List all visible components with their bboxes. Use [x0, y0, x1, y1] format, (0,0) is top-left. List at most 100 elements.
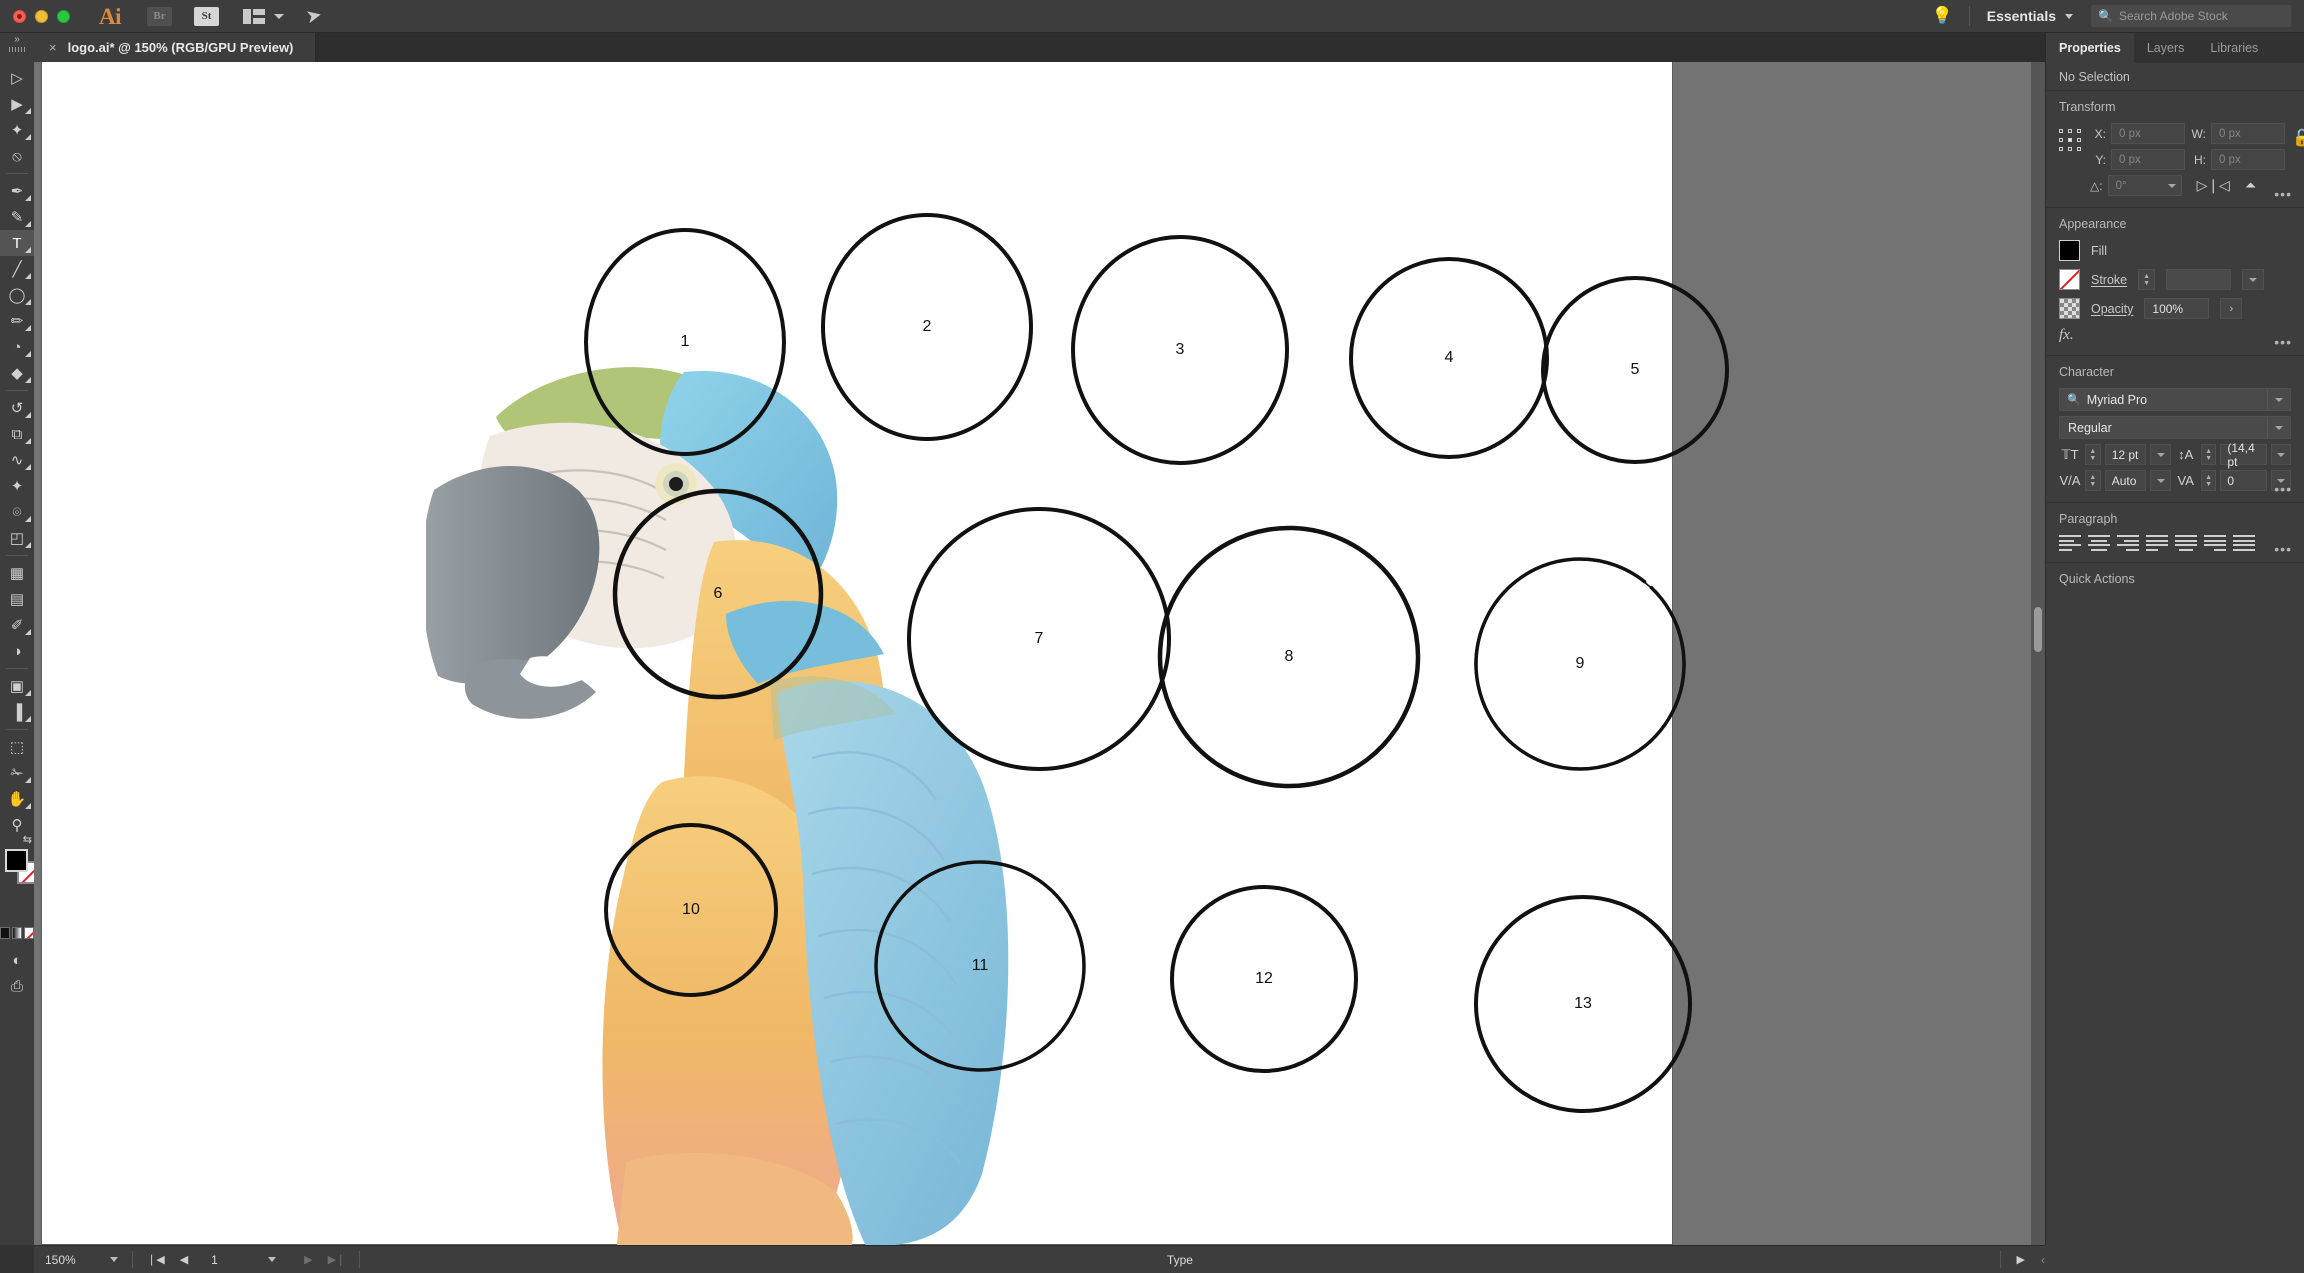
scrollbar-thumb[interactable] — [2034, 607, 2042, 652]
x-input[interactable]: 0 px — [2111, 123, 2185, 144]
drawing-mode-button[interactable]: ◐ — [0, 947, 34, 973]
transform-more-options-button[interactable]: ••• — [2274, 187, 2292, 201]
close-window-button[interactable] — [13, 9, 26, 23]
chevron-down-icon[interactable] — [2167, 183, 2176, 188]
paragraph-more-options-button[interactable]: ••• — [2274, 542, 2292, 556]
first-artboard-button[interactable]: ❘◀ — [147, 1253, 165, 1266]
flip-horizontal-icon[interactable]: ▷❘◁ — [2197, 177, 2230, 194]
shape-builder-tool[interactable]: ⌾ — [0, 499, 34, 525]
circle-shape-5[interactable] — [1541, 276, 1729, 464]
circle-shape-2[interactable] — [821, 213, 1033, 441]
circle-shapes-layer[interactable] — [34, 62, 2045, 1245]
font-family-select[interactable]: 🔍 Myriad Pro — [2059, 388, 2291, 411]
minimize-window-button[interactable] — [35, 9, 48, 23]
artboard-tool[interactable]: ⬚ — [0, 734, 34, 760]
gradient-button[interactable] — [12, 927, 22, 939]
circle-shape-7[interactable] — [907, 507, 1171, 771]
scale-tool[interactable]: ⧉ — [0, 421, 34, 447]
leading-stepper[interactable]: ▲ ▼ — [2200, 444, 2217, 465]
magic-wand-tool[interactable]: ✦ — [0, 117, 34, 143]
mesh-tool[interactable]: ▦ — [0, 560, 34, 586]
fill-color-swatch[interactable] — [2059, 240, 2080, 261]
constrain-proportions-icon[interactable]: 🔓 — [2292, 128, 2304, 148]
tab-libraries[interactable]: Libraries — [2197, 33, 2271, 63]
lasso-tool[interactable]: ⦸ — [0, 143, 34, 169]
hand-tool[interactable]: ✋ — [0, 786, 34, 812]
width-tool[interactable]: ∿ — [0, 447, 34, 473]
font-size-stepper[interactable]: ▲ ▼ — [2085, 444, 2101, 465]
perspective-grid-tool[interactable]: ◰ — [0, 525, 34, 551]
font-size-input[interactable]: 12 pt — [2104, 444, 2147, 465]
document-tab[interactable]: × logo.ai* @ 150% (RGB/GPU Preview) — [34, 33, 317, 62]
rotate-angle-input[interactable]: 0° — [2107, 175, 2182, 196]
ellipse-tool[interactable]: ◯ — [0, 282, 34, 308]
bridge-button[interactable]: Br — [147, 6, 172, 26]
none-button[interactable] — [24, 927, 34, 939]
circle-shape-3[interactable] — [1071, 235, 1289, 465]
color-button[interactable] — [0, 927, 10, 939]
circle-shape-9[interactable] — [1474, 557, 1686, 771]
paragraph-align-right-button[interactable] — [2117, 535, 2139, 551]
shaper-tool[interactable]: ◔ — [0, 334, 34, 360]
fill-swatch[interactable] — [5, 849, 28, 872]
tab-properties[interactable]: Properties — [2046, 33, 2134, 63]
w-input[interactable]: 0 px — [2211, 123, 2285, 144]
zoom-level-input[interactable]: 150% — [34, 1253, 96, 1267]
chevron-down-icon[interactable] — [2267, 389, 2290, 410]
circle-shape-4[interactable] — [1349, 257, 1549, 459]
type-tool[interactable]: T — [0, 230, 34, 256]
paragraph-align-center-button[interactable] — [2088, 535, 2110, 551]
stroke-options-dropdown[interactable] — [2242, 269, 2265, 290]
chevron-down-icon[interactable] — [2065, 13, 2073, 19]
direct-selection-tool[interactable]: ▶ — [0, 91, 34, 117]
stock-button[interactable]: St — [194, 6, 219, 26]
circle-shape-8[interactable] — [1157, 525, 1421, 789]
artboard-dropdown-icon[interactable] — [268, 1257, 277, 1262]
swap-fill-stroke-icon[interactable]: ⇆ — [23, 833, 32, 846]
toolbar-collapse-handle[interactable]: » — [0, 33, 34, 62]
lightbulb-icon[interactable]: 💡 — [1916, 6, 1969, 26]
screen-mode-button[interactable]: ⎙ — [0, 973, 34, 999]
circle-shape-6[interactable] — [612, 488, 824, 700]
tracking-stepper[interactable]: ▲ ▼ — [2200, 470, 2217, 491]
close-icon[interactable]: × — [49, 41, 57, 54]
circle-shape-11[interactable] — [874, 860, 1086, 1072]
vertical-scrollbar[interactable] — [2031, 62, 2045, 1245]
curvature-tool[interactable]: ✎ — [0, 204, 34, 230]
character-more-options-button[interactable]: ••• — [2274, 482, 2292, 496]
opacity-swatch[interactable] — [2059, 298, 2080, 319]
stock-search-input[interactable]: 🔍 Search Adobe Stock — [2091, 5, 2291, 27]
paragraph-justify-all-button[interactable] — [2233, 535, 2255, 551]
zoom-dropdown-icon[interactable] — [110, 1257, 118, 1262]
paragraph-justify-last-right-button[interactable] — [2204, 535, 2226, 551]
discover-rocket-icon[interactable]: ➤ — [304, 4, 324, 28]
circle-shape-1[interactable] — [584, 228, 786, 456]
circle-shape-12[interactable] — [1170, 885, 1358, 1073]
flip-vertical-icon[interactable]: ⏶ — [2245, 177, 2256, 194]
y-input[interactable]: 0 px — [2111, 149, 2185, 170]
h-input[interactable]: 0 px — [2211, 149, 2285, 170]
slice-tool[interactable]: ✁ — [0, 760, 34, 786]
tracking-input[interactable]: 0 — [2220, 470, 2267, 491]
paragraph-justify-last-left-button[interactable] — [2146, 535, 2168, 551]
paragraph-align-left-button[interactable] — [2059, 535, 2081, 551]
appearance-more-options-button[interactable]: ••• — [2274, 335, 2292, 349]
line-segment-tool[interactable]: ╱ — [0, 256, 34, 282]
gradient-tool[interactable]: ▤ — [0, 586, 34, 612]
opacity-label[interactable]: Opacity — [2091, 302, 2133, 316]
stroke-color-swatch[interactable] — [2059, 269, 2080, 290]
symbol-sprayer-tool[interactable]: ▣ — [0, 673, 34, 699]
maximize-window-button[interactable] — [57, 9, 70, 23]
pen-tool[interactable]: ✒ — [0, 178, 34, 204]
circle-shape-13[interactable] — [1474, 895, 1692, 1113]
fx-button[interactable]: fx. — [2059, 327, 2291, 344]
previous-artboard-button[interactable]: ◀ — [180, 1253, 188, 1266]
column-graph-tool[interactable]: ▐ — [0, 699, 34, 725]
circle-shape-10[interactable] — [604, 823, 778, 997]
paragraph-justify-last-center-button[interactable] — [2175, 535, 2197, 551]
leading-dropdown[interactable] — [2270, 444, 2291, 465]
eraser-tool[interactable]: ◆ — [0, 360, 34, 386]
reference-point-selector[interactable] — [2059, 129, 2083, 153]
chevron-down-icon[interactable] — [2267, 417, 2290, 438]
stroke-weight-stepper[interactable]: ▲ ▼ — [2138, 269, 2156, 290]
